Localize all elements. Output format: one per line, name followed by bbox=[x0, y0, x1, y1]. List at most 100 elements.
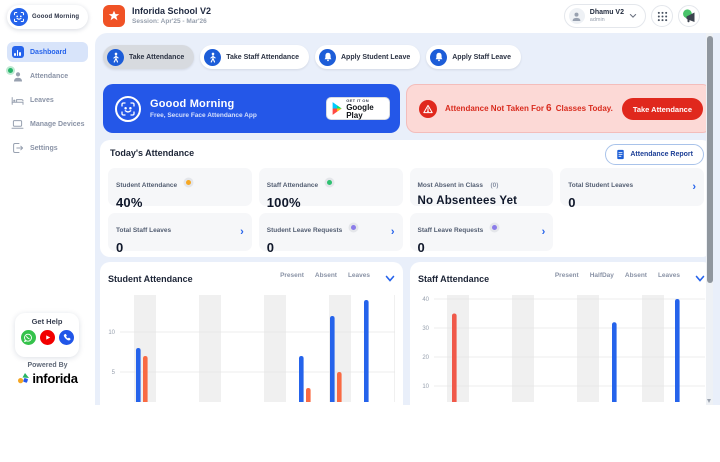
staff-attendance-chart-card: Staff Attendance Present HalfDay Absent bbox=[410, 262, 713, 462]
app-promo-banner[interactable]: Goood Morning Free, Secure Face Attendan… bbox=[103, 84, 400, 133]
inforida-logo-mark bbox=[17, 372, 30, 385]
stat-value: No Absentees Yet bbox=[418, 195, 546, 207]
chevron-down-icon[interactable] bbox=[385, 275, 395, 283]
chevron-right-icon[interactable]: › bbox=[391, 227, 395, 237]
legend-item-leaves[interactable]: Leaves bbox=[348, 269, 370, 279]
walking-person-icon bbox=[107, 49, 124, 66]
sidebar-item-leaves[interactable]: Leaves bbox=[7, 90, 88, 110]
session-label: Session: Apr'25 - Mar'26 bbox=[132, 18, 207, 25]
chart-title: Student Attendance bbox=[108, 274, 193, 284]
grid-icon bbox=[657, 11, 668, 22]
legend-item-present[interactable]: Present bbox=[280, 269, 304, 279]
charts-row: Student Attendance Present Absent Leaves bbox=[100, 262, 712, 462]
sidebar-item-settings[interactable]: Settings bbox=[7, 138, 88, 158]
app-logo-text: Goood Morning bbox=[32, 14, 79, 20]
announcements-button[interactable] bbox=[678, 5, 700, 27]
bed-icon bbox=[11, 94, 24, 107]
badge-bottom-text: Google Play bbox=[346, 104, 389, 120]
svg-text:5: 5 bbox=[112, 370, 116, 376]
action-label: Apply Staff Leave bbox=[452, 54, 511, 61]
stat-value: 0 bbox=[267, 240, 395, 255]
chart-title: Staff Attendance bbox=[418, 274, 489, 284]
legend-item-halfday[interactable]: HalfDay bbox=[590, 269, 614, 279]
legend-item-leaves[interactable]: Leaves bbox=[658, 269, 680, 279]
youtube-icon[interactable] bbox=[40, 330, 55, 345]
apps-grid-button[interactable] bbox=[651, 5, 673, 27]
sidebar-item-attendance[interactable]: Attendance bbox=[7, 66, 88, 86]
quick-actions-row: Take Attendance Take Staff Attendance Ap… bbox=[103, 45, 521, 69]
bar-chart-icon bbox=[11, 46, 24, 59]
sidebar-item-manage-devices[interactable]: Manage Devices bbox=[7, 114, 88, 134]
google-play-badge[interactable]: GET IT ON Google Play bbox=[326, 97, 390, 120]
phone-icon[interactable] bbox=[59, 330, 74, 345]
stat-tile-total-student-leaves[interactable]: Total Student Leaves 0 › bbox=[560, 168, 704, 206]
take-staff-attendance-button[interactable]: Take Staff Attendance bbox=[200, 45, 309, 69]
chevron-right-icon[interactable]: › bbox=[692, 182, 696, 192]
alert-take-attendance-button[interactable]: Take Attendance bbox=[622, 98, 703, 120]
action-label: Take Attendance bbox=[129, 54, 184, 61]
banner-title: Goood Morning bbox=[150, 98, 257, 110]
bell-icon bbox=[430, 49, 447, 66]
main-content: Take Attendance Take Staff Attendance Ap… bbox=[95, 33, 720, 405]
warning-icon bbox=[419, 100, 437, 118]
whatsapp-icon[interactable] bbox=[21, 330, 36, 345]
stat-value: 0 bbox=[568, 195, 696, 210]
sidebar: Goood Morning Dashboard Attendance bbox=[0, 0, 95, 405]
page-scrollbar[interactable] bbox=[706, 33, 713, 405]
today-attendance-card: Today's Attendance Attendance Report Stu… bbox=[100, 140, 712, 257]
report-button-label: Attendance Report bbox=[630, 151, 693, 158]
school-logo-icon bbox=[103, 5, 125, 27]
stat-tile-staff-leave-requests[interactable]: Staff Leave Requests 0 › bbox=[410, 213, 554, 251]
legend-item-absent[interactable]: Absent bbox=[625, 269, 647, 279]
sidebar-item-dashboard[interactable]: Dashboard bbox=[7, 42, 88, 62]
stat-value: 0 bbox=[116, 240, 244, 255]
sidebar-item-label: Leaves bbox=[30, 97, 54, 104]
alert-count: 6 bbox=[546, 103, 552, 114]
chevron-right-icon[interactable]: › bbox=[542, 227, 546, 237]
laptop-icon bbox=[11, 118, 24, 131]
stat-value: 0 bbox=[418, 240, 546, 255]
scrollbar-down-arrow[interactable] bbox=[707, 399, 711, 403]
scrollbar-thumb[interactable] bbox=[707, 36, 713, 283]
action-label: Apply Student Leave bbox=[341, 54, 410, 61]
stat-tile-student-leave-requests[interactable]: Student Leave Requests 0 › bbox=[259, 213, 403, 251]
face-scan-icon bbox=[10, 8, 28, 26]
status-dot bbox=[186, 180, 191, 185]
get-help-card: Get Help bbox=[15, 313, 79, 357]
svg-text:10: 10 bbox=[422, 384, 429, 390]
top-bar: Inforida School V2 Session: Apr'25 - Mar… bbox=[95, 0, 720, 33]
apply-student-leave-button[interactable]: Apply Student Leave bbox=[315, 45, 420, 69]
stat-value: 100% bbox=[267, 195, 395, 210]
sidebar-item-label: Manage Devices bbox=[30, 121, 84, 128]
section-title: Today's Attendance bbox=[110, 148, 194, 158]
sidebar-item-label: Settings bbox=[30, 145, 58, 152]
attendance-report-button[interactable]: Attendance Report bbox=[605, 144, 704, 165]
bell-icon bbox=[319, 49, 336, 66]
sidebar-item-label: Attendance bbox=[30, 73, 68, 80]
legend-item-present[interactable]: Present bbox=[555, 269, 579, 279]
app-logo[interactable]: Goood Morning bbox=[7, 5, 88, 29]
chevron-down-icon bbox=[629, 13, 637, 19]
action-label: Take Staff Attendance bbox=[226, 54, 299, 61]
sidebar-nav: Dashboard Attendance Leaves bbox=[7, 42, 88, 162]
take-attendance-button[interactable]: Take Attendance bbox=[103, 45, 194, 69]
settings-icon bbox=[11, 142, 24, 155]
status-dot bbox=[327, 180, 332, 185]
megaphone-icon bbox=[682, 9, 697, 24]
status-dot bbox=[492, 225, 497, 230]
legend-item-absent[interactable]: Absent bbox=[315, 269, 337, 279]
student-attendance-chart-card: Student Attendance Present Absent Leaves bbox=[100, 262, 403, 462]
user-name: Dhamu V2 bbox=[590, 9, 624, 17]
stat-tile-total-staff-leaves[interactable]: Total Staff Leaves 0 › bbox=[108, 213, 252, 251]
walking-person-icon bbox=[204, 49, 221, 66]
staff-attendance-bar-chart: 10203040 bbox=[418, 295, 705, 402]
attendance-alert: Attendance Not Taken For6 Classes Today.… bbox=[406, 84, 712, 133]
inforida-logo: inforida bbox=[0, 371, 95, 386]
chevron-down-icon[interactable] bbox=[695, 275, 705, 283]
apply-staff-leave-button[interactable]: Apply Staff Leave bbox=[426, 45, 521, 69]
student-attendance-bar-chart: 510 bbox=[108, 295, 395, 402]
user-menu[interactable]: Dhamu V2 admin bbox=[564, 4, 646, 28]
face-scan-icon bbox=[115, 96, 141, 122]
svg-text:40: 40 bbox=[422, 297, 429, 303]
chevron-right-icon[interactable]: › bbox=[240, 227, 244, 237]
